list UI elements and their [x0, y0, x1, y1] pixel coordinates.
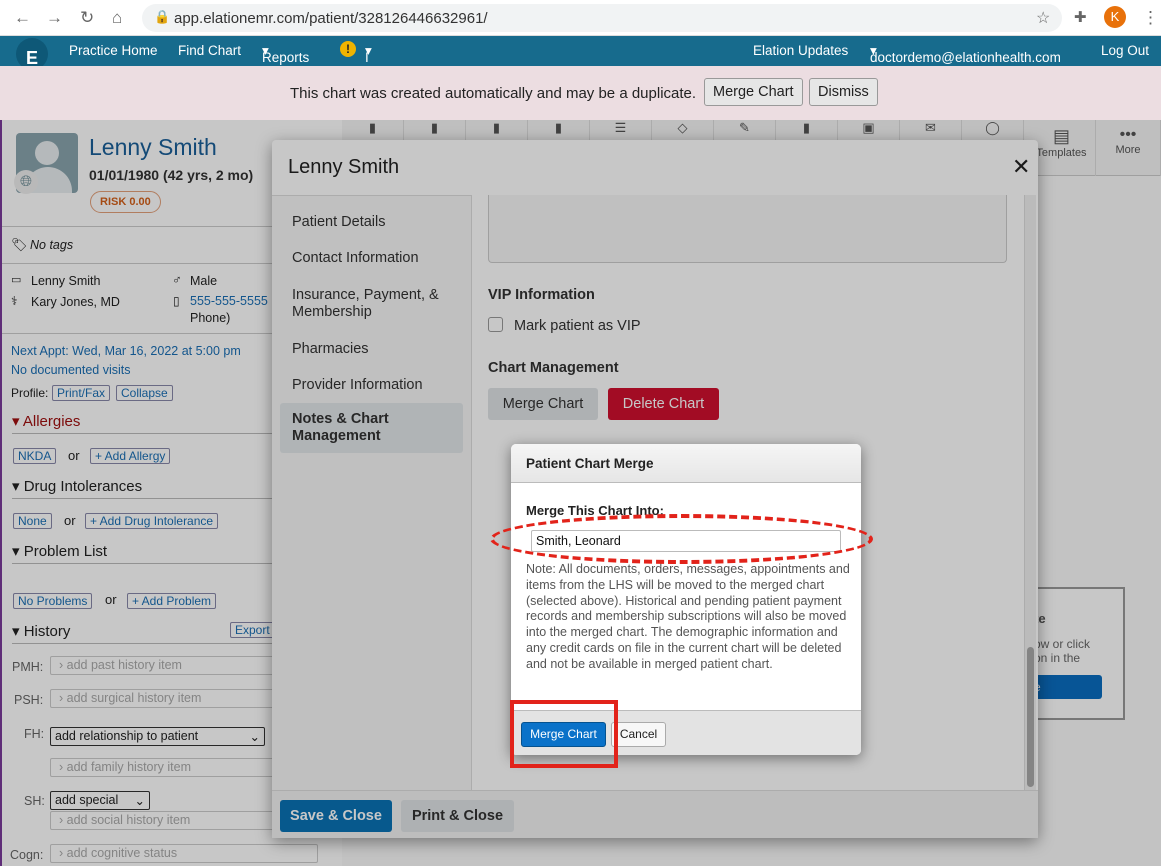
back-icon[interactable]: ← — [14, 8, 31, 28]
extensions-icon[interactable]: ✚ — [1074, 8, 1087, 26]
lock-icon: 🔒 — [154, 9, 171, 24]
nav-user-label: doctordemo@elationhealth.com — [870, 50, 1061, 65]
nav-practice-home[interactable]: Practice Home — [69, 43, 158, 58]
app-nav: E Practice Home Find Chart Reports ▾ ! I… — [0, 36, 1161, 95]
annotation-ellipse — [490, 514, 873, 564]
nav-logout[interactable]: Log Out — [1101, 43, 1149, 58]
address-bar[interactable]: 🔒 app.elationemr.com/patient/328126446632… — [142, 4, 1062, 32]
nav-help[interactable]: I need help ▾ — [365, 43, 395, 95]
browser-toolbar: ← → ↻ ⌂ 🔒 app.elationemr.com/patient/3281… — [0, 0, 1161, 36]
nav-reports[interactable]: Reports ▾ — [262, 43, 309, 65]
home-icon[interactable]: ⌂ — [112, 8, 122, 28]
nav-updates[interactable]: Elation Updates — [753, 43, 848, 58]
merge-note: Note: All documents, orders, messages, a… — [526, 562, 850, 671]
banner-dismiss-button[interactable]: Dismiss — [809, 78, 878, 106]
banner-merge-button[interactable]: Merge Chart — [704, 78, 803, 106]
nav-reports-label: Reports — [262, 50, 310, 65]
profile-avatar[interactable]: K — [1104, 6, 1126, 28]
menu-icon[interactable]: ⋮ — [1142, 8, 1159, 28]
url-text: app.elationemr.com/patient/3281264466329… — [174, 10, 488, 27]
annotation-highlight-box — [510, 700, 618, 768]
duplicate-banner: This chart was created automatically and… — [0, 66, 1161, 120]
reload-icon[interactable]: ↻ — [80, 8, 94, 28]
merge-dialog-title: Patient Chart Merge — [511, 444, 861, 483]
nav-user-menu[interactable]: doctordemo@elationhealth.com ▾ — [870, 43, 1061, 65]
alert-icon: ! — [340, 41, 356, 57]
star-icon[interactable]: ☆ — [1036, 8, 1050, 28]
banner-message: This chart was created automatically and… — [290, 85, 697, 102]
forward-icon[interactable]: → — [46, 8, 63, 28]
cancel-merge-button[interactable]: Cancel — [611, 722, 666, 747]
nav-find-chart[interactable]: Find Chart — [178, 43, 241, 58]
